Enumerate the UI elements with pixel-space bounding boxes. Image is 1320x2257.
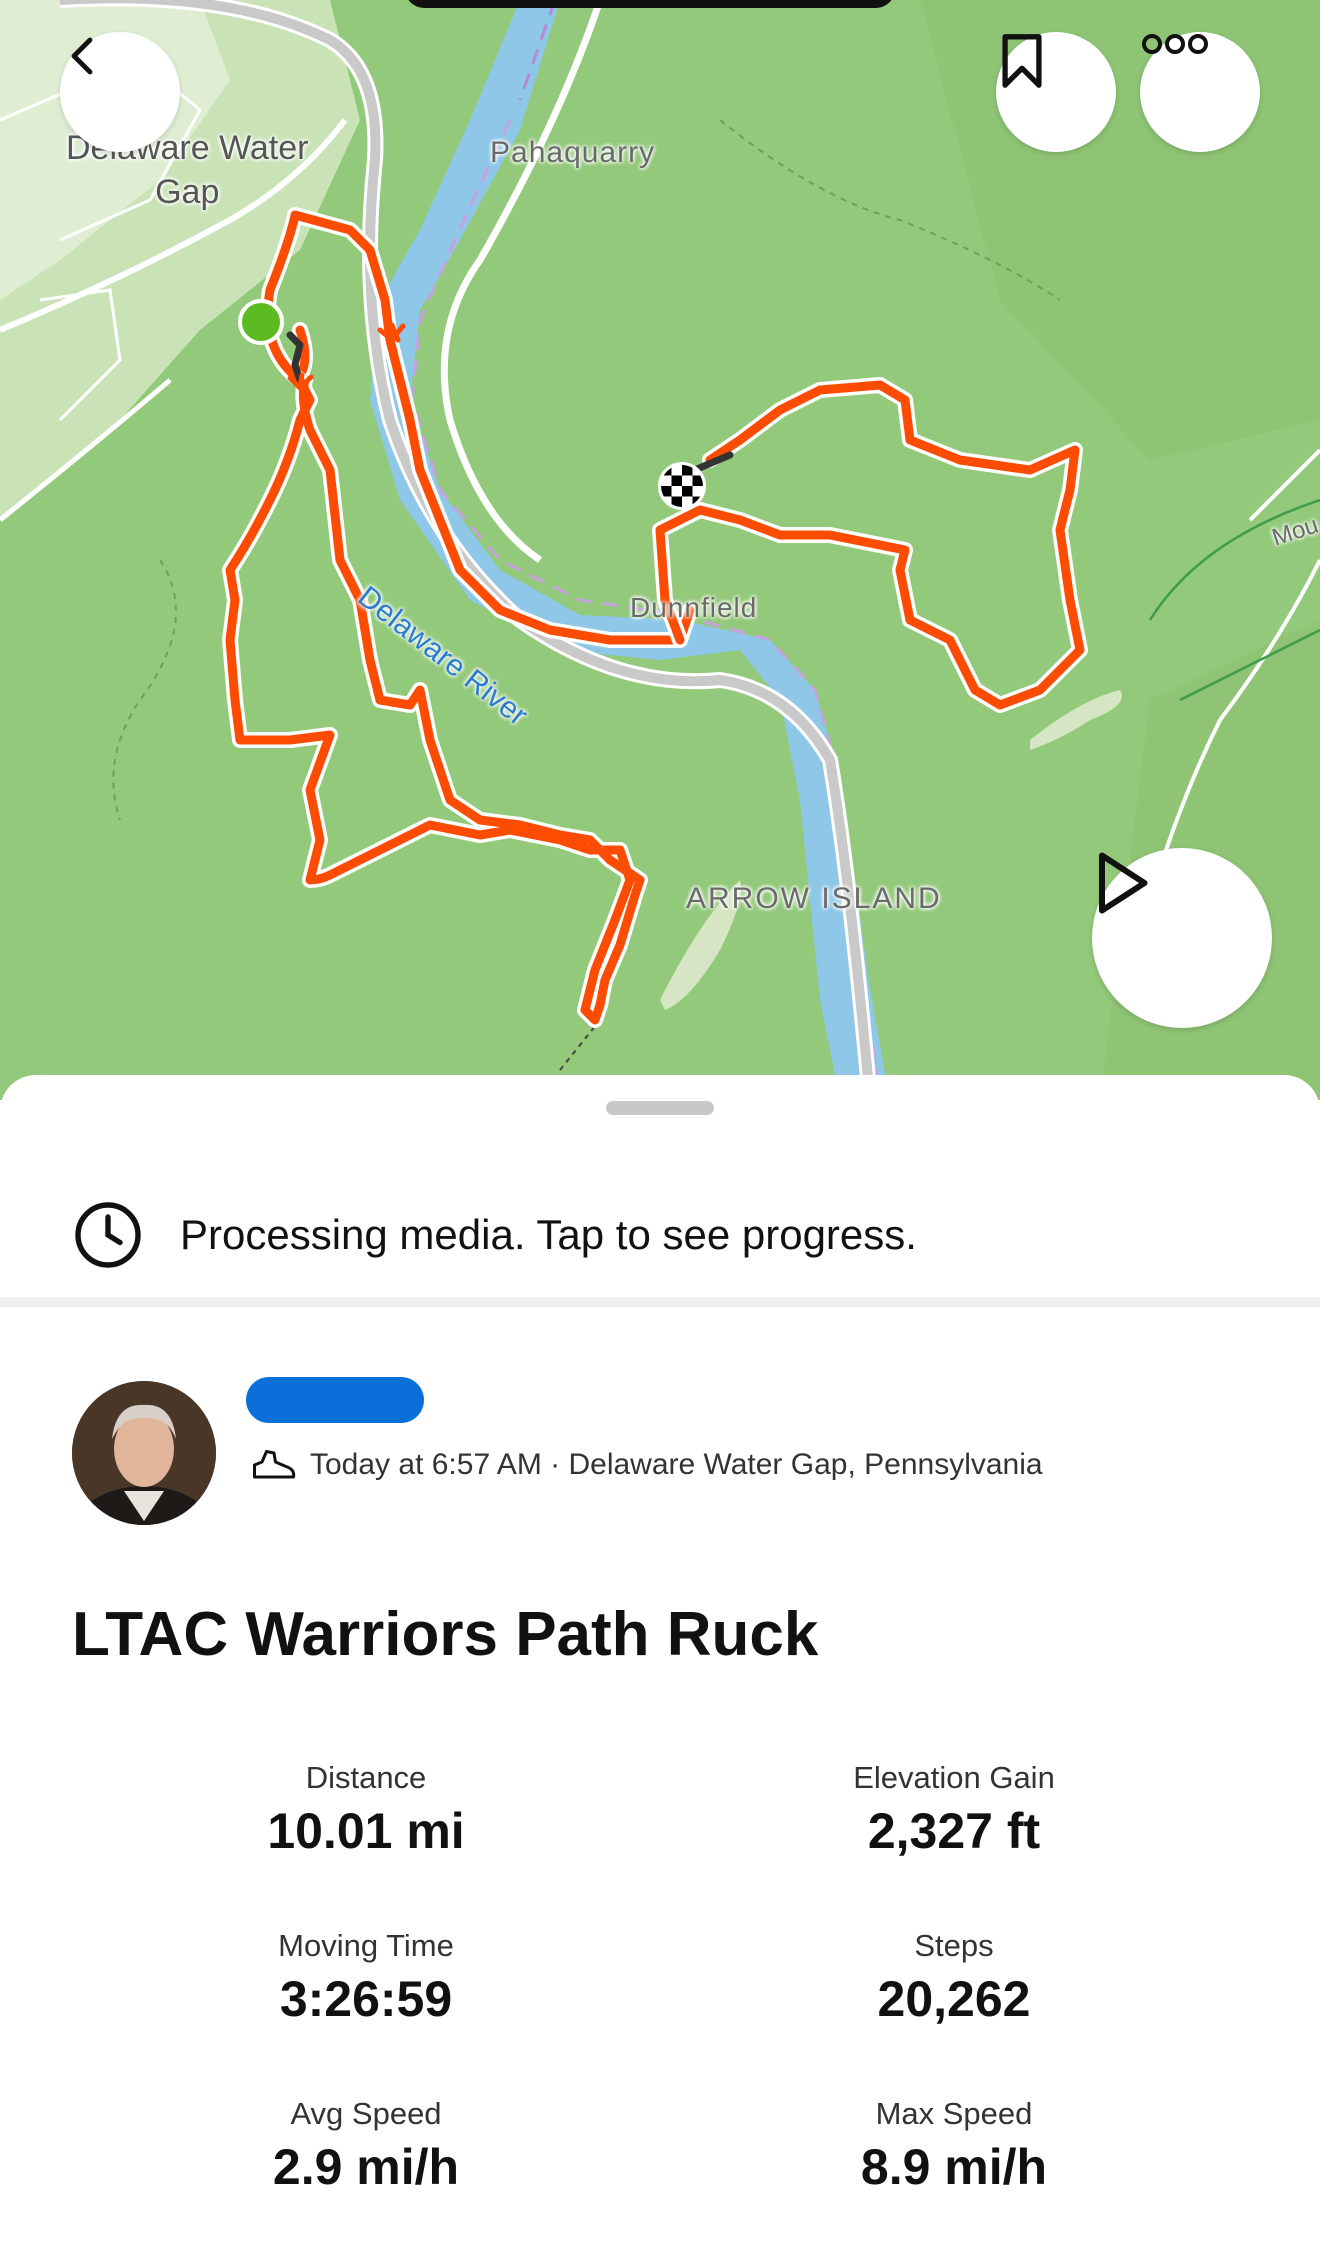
athlete-avatar[interactable] bbox=[72, 1381, 216, 1525]
back-button[interactable] bbox=[60, 32, 180, 152]
map-label-pahaquarry: Pahaquarry bbox=[490, 136, 656, 169]
stat-value: 10.01 mi bbox=[267, 1803, 465, 1859]
stat-value: 20,262 bbox=[877, 1971, 1031, 2027]
section-divider bbox=[0, 1297, 1320, 1307]
processing-banner-text: Processing media. Tap to see progress. bbox=[180, 1211, 917, 1258]
play-flyover-button[interactable] bbox=[1092, 848, 1272, 1028]
sheet-drag-handle[interactable] bbox=[606, 1101, 714, 1115]
activity-meta: Today at 6:57 AM · Delaware Water Gap, P… bbox=[250, 1447, 1043, 1483]
stat-elevation-gain: Elevation Gain 2,327 ft bbox=[654, 1760, 1254, 1860]
stat-avg-speed: Avg Speed 2.9 mi/h bbox=[66, 2096, 666, 2196]
hiking-shoe-icon bbox=[250, 1447, 298, 1483]
stat-value: 2,327 ft bbox=[867, 1803, 1041, 1859]
athlete-name-redacted[interactable] bbox=[246, 1377, 424, 1423]
map-label-dunnfield: Dunnfield bbox=[630, 592, 758, 623]
start-marker-icon bbox=[238, 299, 284, 345]
more-options-button[interactable] bbox=[1140, 32, 1260, 152]
stat-value: 3:26:59 bbox=[279, 1971, 453, 2027]
finish-flag-icon bbox=[658, 462, 706, 510]
clock-icon bbox=[72, 1199, 144, 1271]
stat-label: Avg Speed bbox=[290, 2096, 442, 2131]
activity-title: LTAC Warriors Path Ruck bbox=[72, 1600, 819, 1669]
activity-meta-text: Today at 6:57 AM · Delaware Water Gap, P… bbox=[310, 1448, 1043, 1481]
activity-sheet: Processing media. Tap to see progress. T… bbox=[0, 1075, 1320, 2257]
stat-label: Max Speed bbox=[875, 2096, 1033, 2131]
bookmark-button[interactable] bbox=[996, 32, 1116, 152]
stat-distance: Distance 10.01 mi bbox=[66, 1760, 666, 1860]
processing-banner[interactable]: Processing media. Tap to see progress. bbox=[0, 1175, 1320, 1295]
stat-max-speed: Max Speed 8.9 mi/h bbox=[654, 2096, 1254, 2196]
stat-label: Steps bbox=[914, 1928, 994, 1963]
status-notch bbox=[405, 0, 895, 8]
route-map[interactable]: Delaware Water Gap Pahaquarry Delaware R… bbox=[0, 0, 1320, 1100]
stat-value: 2.9 mi/h bbox=[272, 2139, 460, 2195]
stat-label: Moving Time bbox=[278, 1928, 454, 1963]
stat-steps: Steps 20,262 bbox=[654, 1928, 1254, 2028]
stat-label: Distance bbox=[305, 1760, 427, 1795]
stat-moving-time: Moving Time 3:26:59 bbox=[66, 1928, 666, 2028]
map-label-arrow-island: ARROW ISLAND bbox=[686, 882, 942, 915]
stat-value: 8.9 mi/h bbox=[860, 2139, 1048, 2195]
stat-label: Elevation Gain bbox=[853, 1760, 1055, 1795]
